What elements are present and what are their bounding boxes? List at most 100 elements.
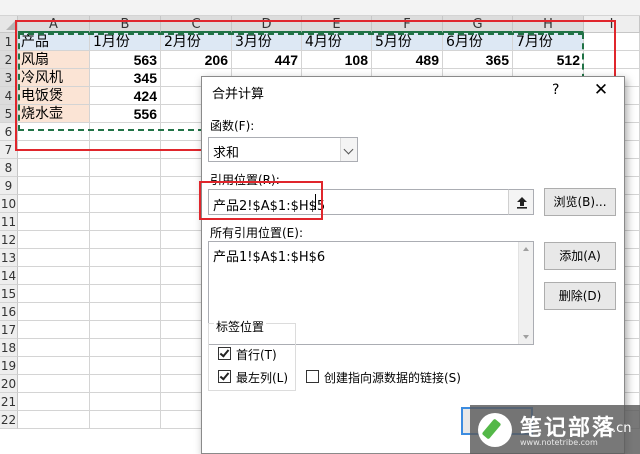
table-cell[interactable] xyxy=(18,123,90,141)
left-column-checkbox[interactable] xyxy=(218,370,231,383)
delete-button[interactable]: 删除(D) xyxy=(544,282,616,310)
reference-input[interactable]: 产品2!$A$1:$H$5 xyxy=(208,189,534,215)
table-cell[interactable] xyxy=(90,267,161,285)
header-cell[interactable]: 4月份 xyxy=(302,33,372,51)
table-cell[interactable] xyxy=(18,321,90,339)
create-links-checkbox[interactable] xyxy=(306,370,319,383)
row-header-8[interactable]: 8 xyxy=(0,159,18,177)
row-header-3[interactable]: 3 xyxy=(0,69,18,87)
select-all-corner[interactable] xyxy=(0,16,18,33)
row-label-cell[interactable]: 电饭煲 xyxy=(18,87,90,105)
row-header-10[interactable]: 10 xyxy=(0,195,18,213)
add-button[interactable]: 添加(A) xyxy=(544,242,616,270)
header-cell[interactable]: 3月份 xyxy=(232,33,302,51)
value-cell[interactable]: 512 xyxy=(513,51,584,69)
table-cell[interactable] xyxy=(18,177,90,195)
table-cell[interactable] xyxy=(90,357,161,375)
table-cell[interactable] xyxy=(90,213,161,231)
function-select[interactable]: 求和 xyxy=(208,137,358,162)
scroll-up-icon[interactable] xyxy=(523,247,529,251)
table-cell[interactable] xyxy=(18,357,90,375)
value-cell[interactable]: 345 xyxy=(90,69,161,87)
row-header-17[interactable]: 17 xyxy=(0,321,18,339)
column-header-c[interactable]: C xyxy=(161,16,232,33)
table-cell[interactable] xyxy=(584,51,640,69)
row-header-2[interactable]: 2 xyxy=(0,51,18,69)
row-label-cell[interactable]: 风扇 xyxy=(18,51,90,69)
table-cell[interactable] xyxy=(18,231,90,249)
row-header-22[interactable]: 22 xyxy=(0,411,18,429)
value-cell[interactable]: 563 xyxy=(90,51,161,69)
table-cell[interactable] xyxy=(18,411,90,429)
row-header-15[interactable]: 15 xyxy=(0,285,18,303)
column-header-h[interactable]: H xyxy=(513,16,584,33)
table-cell[interactable] xyxy=(18,375,90,393)
header-cell[interactable]: 7月份 xyxy=(513,33,584,51)
row-header-16[interactable]: 16 xyxy=(0,303,18,321)
table-cell[interactable] xyxy=(90,231,161,249)
table-cell[interactable] xyxy=(90,339,161,357)
row-header-21[interactable]: 21 xyxy=(0,393,18,411)
list-scrollbar[interactable] xyxy=(518,242,533,344)
column-header-i[interactable]: I xyxy=(584,16,640,33)
column-header-g[interactable]: G xyxy=(443,16,513,33)
table-cell[interactable] xyxy=(90,141,161,159)
row-label-cell[interactable]: 烧水壶 xyxy=(18,105,90,123)
row-header-19[interactable]: 19 xyxy=(0,357,18,375)
row-header-14[interactable]: 14 xyxy=(0,267,18,285)
table-cell[interactable] xyxy=(90,303,161,321)
value-cell[interactable]: 424 xyxy=(90,87,161,105)
table-cell[interactable] xyxy=(90,159,161,177)
row-header-20[interactable]: 20 xyxy=(0,375,18,393)
browse-button[interactable]: 浏览(B)... xyxy=(544,188,616,216)
table-cell[interactable] xyxy=(18,285,90,303)
value-cell[interactable]: 108 xyxy=(302,51,372,69)
scroll-down-icon[interactable] xyxy=(523,335,529,339)
row-header-6[interactable]: 6 xyxy=(0,123,18,141)
table-cell[interactable] xyxy=(90,249,161,267)
value-cell[interactable]: 365 xyxy=(443,51,513,69)
top-row-label[interactable]: 首行(T) xyxy=(236,346,277,363)
header-cell[interactable]: 产品 xyxy=(18,33,90,51)
help-button[interactable]: ? xyxy=(552,82,559,98)
collapse-dialog-button[interactable] xyxy=(508,189,534,215)
left-column-label[interactable]: 最左列(L) xyxy=(236,369,288,386)
table-cell[interactable] xyxy=(90,177,161,195)
chevron-down-icon[interactable] xyxy=(340,138,357,161)
row-label-cell[interactable]: 冷风机 xyxy=(18,69,90,87)
table-cell[interactable] xyxy=(90,123,161,141)
list-item[interactable]: 产品1!$A$1:$H$6 xyxy=(213,246,325,265)
table-cell[interactable] xyxy=(18,393,90,411)
close-button[interactable]: ✕ xyxy=(590,79,612,101)
column-header-f[interactable]: F xyxy=(372,16,443,33)
create-links-label[interactable]: 创建指向源数据的链接(S) xyxy=(324,369,461,386)
table-cell[interactable] xyxy=(18,141,90,159)
table-cell[interactable] xyxy=(18,195,90,213)
column-header-a[interactable]: A xyxy=(18,16,90,33)
column-header-d[interactable]: D xyxy=(232,16,302,33)
header-cell[interactable]: 6月份 xyxy=(443,33,513,51)
table-cell[interactable] xyxy=(90,375,161,393)
row-header-12[interactable]: 12 xyxy=(0,231,18,249)
row-header-11[interactable]: 11 xyxy=(0,213,18,231)
header-cell[interactable]: 5月份 xyxy=(372,33,443,51)
header-cell[interactable]: 2月份 xyxy=(161,33,232,51)
row-header-4[interactable]: 4 xyxy=(0,87,18,105)
table-cell[interactable] xyxy=(90,411,161,429)
column-header-e[interactable]: E xyxy=(302,16,372,33)
table-cell[interactable] xyxy=(18,159,90,177)
value-cell[interactable]: 206 xyxy=(161,51,232,69)
row-header-7[interactable]: 7 xyxy=(0,141,18,159)
value-cell[interactable]: 447 xyxy=(232,51,302,69)
value-cell[interactable]: 556 xyxy=(90,105,161,123)
row-header-1[interactable]: 1 xyxy=(0,33,18,51)
column-header-b[interactable]: B xyxy=(90,16,161,33)
row-header-18[interactable]: 18 xyxy=(0,339,18,357)
table-cell[interactable] xyxy=(18,213,90,231)
row-header-9[interactable]: 9 xyxy=(0,177,18,195)
table-cell[interactable] xyxy=(90,321,161,339)
table-cell[interactable] xyxy=(584,33,640,51)
table-cell[interactable] xyxy=(18,267,90,285)
row-header-5[interactable]: 5 xyxy=(0,105,18,123)
table-cell[interactable] xyxy=(90,285,161,303)
